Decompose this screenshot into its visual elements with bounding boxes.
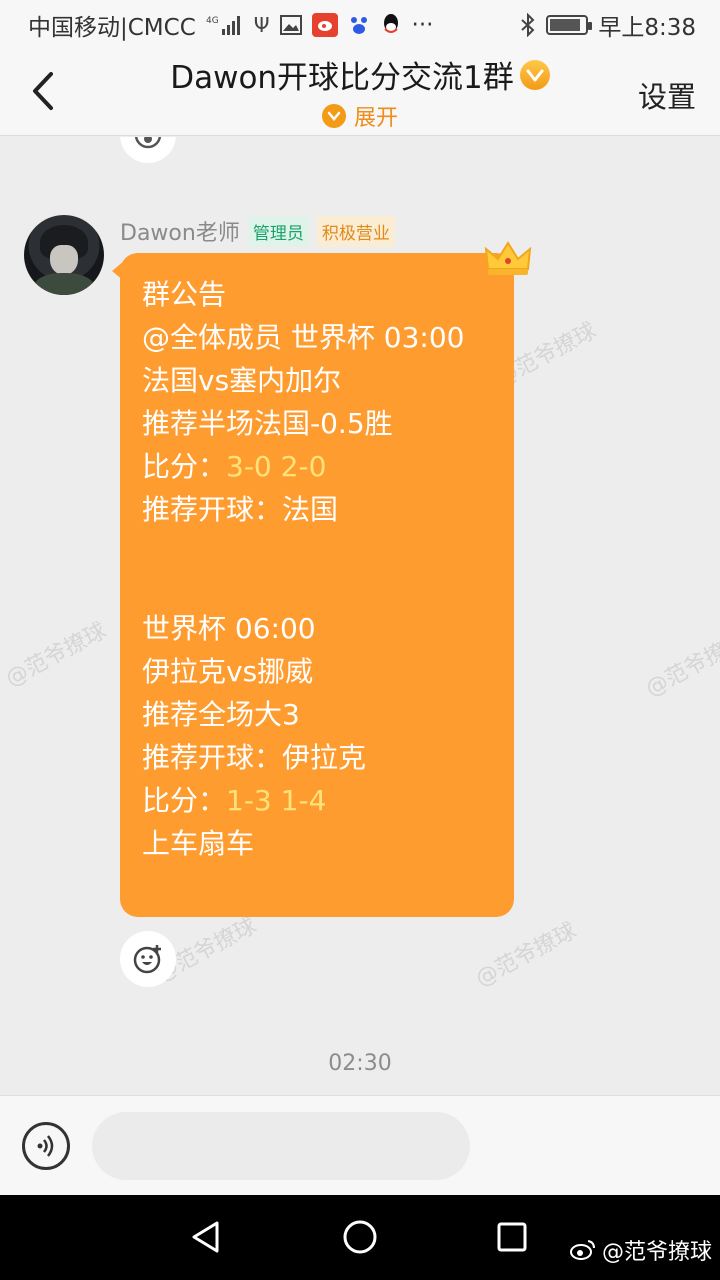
carrier-label: 中国移动|CMCC xyxy=(28,15,196,41)
message-line: 推荐全场大3 xyxy=(142,698,300,731)
qq-icon xyxy=(380,13,402,37)
crown-icon xyxy=(484,241,532,275)
message-bubble[interactable]: 群公告 @全体成员 世界杯 03:00 法国vs塞内加尔 推荐半场法国-0.5胜… xyxy=(112,241,532,917)
status-right: 早上8:38 xyxy=(520,8,696,42)
footer-watermark-text: @范爷撩球 xyxy=(601,1240,712,1265)
more-notifications: ··· xyxy=(411,12,434,38)
message-line: 推荐开球：法国 xyxy=(142,493,339,526)
weibo-logo-icon xyxy=(569,1240,595,1260)
score-label: 比分： xyxy=(142,784,227,817)
sender-avatar[interactable] xyxy=(24,215,104,295)
chat-area[interactable]: @范爷撩球 @范爷撩球 @范爷撩球 @范爷撩球 @范爷撩球 Dawon老师 管理… xyxy=(0,137,720,1095)
expand-button[interactable]: 展开 xyxy=(0,100,720,132)
bluetooth-icon xyxy=(520,13,536,37)
message-line: 上车扇车 xyxy=(142,827,255,860)
footer-watermark: @范爷撩球 xyxy=(569,1234,712,1266)
image-icon xyxy=(279,15,302,35)
settings-button[interactable]: 设置 xyxy=(638,74,696,116)
score-line: 比分：1-3 1-4 xyxy=(142,779,494,822)
battery-level xyxy=(550,19,581,31)
input-bar xyxy=(0,1095,720,1195)
voice-input-button[interactable] xyxy=(22,1122,70,1170)
sender-name[interactable]: Dawon老师 xyxy=(120,215,240,247)
watermark-text: @范爷撩球 xyxy=(1,618,111,693)
verified-badge-icon xyxy=(519,59,550,90)
message-line: 推荐开球：伊拉克 xyxy=(142,741,367,774)
nav-recents-button[interactable] xyxy=(492,1217,532,1257)
system-nav-bar: @范爷撩球 xyxy=(0,1195,720,1280)
status-left: 中国移动|CMCC 4G Ψ ··· xyxy=(28,8,433,42)
message-line: @全体成员 世界杯 03:00 xyxy=(142,321,465,354)
chat-header: Dawon开球比分交流1群 展开 设置 xyxy=(0,50,720,136)
message-timestamp: 02:30 xyxy=(328,1051,392,1076)
emoji-add-icon xyxy=(134,137,162,149)
score-label: 比分： xyxy=(142,450,227,483)
add-reaction-button[interactable] xyxy=(120,931,176,987)
message-line: 伊拉克vs挪威 xyxy=(142,655,314,688)
chevron-down-icon xyxy=(321,104,346,128)
group-title: Dawon开球比分交流1群 xyxy=(170,60,514,96)
circle-home-icon xyxy=(343,1220,377,1254)
score-value: 3-0 2-0 xyxy=(226,450,327,483)
nav-back-button[interactable] xyxy=(186,1217,226,1257)
status-bar: 中国移动|CMCC 4G Ψ ··· 早上8:38 xyxy=(0,0,720,50)
emoji-add-icon xyxy=(133,945,161,974)
baidu-icon xyxy=(348,14,370,36)
message-line: 世界杯 06:00 xyxy=(142,612,316,645)
message-line: 法国vs塞内加尔 xyxy=(142,364,342,397)
nav-home-button[interactable] xyxy=(340,1217,380,1257)
triangle-back-icon xyxy=(192,1221,219,1253)
score-value: 1-3 1-4 xyxy=(226,784,327,817)
usb-icon: Ψ xyxy=(253,13,270,37)
expand-label: 展开 xyxy=(353,106,398,131)
sender-row: Dawon老师 管理员 积极营业 xyxy=(120,215,395,247)
watermark-text: @范爷撩球 xyxy=(641,628,720,703)
title-wrap: Dawon开球比分交流1群 xyxy=(0,52,720,97)
announcement-title: 群公告 xyxy=(142,278,227,311)
clock: 早上8:38 xyxy=(598,15,696,41)
square-recents-icon xyxy=(497,1222,527,1252)
voice-icon xyxy=(37,1135,54,1157)
admin-tag: 管理员 xyxy=(247,215,309,247)
weibo-icon xyxy=(311,13,338,37)
battery-icon xyxy=(546,15,593,35)
message-input[interactable] xyxy=(92,1112,470,1180)
message-line: 推荐半场法国-0.5胜 xyxy=(142,407,393,440)
network-label: 4G xyxy=(206,16,219,26)
score-line: 比分：3-0 2-0 xyxy=(142,445,494,488)
watermark-text: @范爷撩球 xyxy=(471,918,581,993)
previous-reaction-button[interactable] xyxy=(120,137,176,163)
signal-icon: 4G xyxy=(206,13,244,37)
activity-tag: 积极营业 xyxy=(316,215,395,247)
